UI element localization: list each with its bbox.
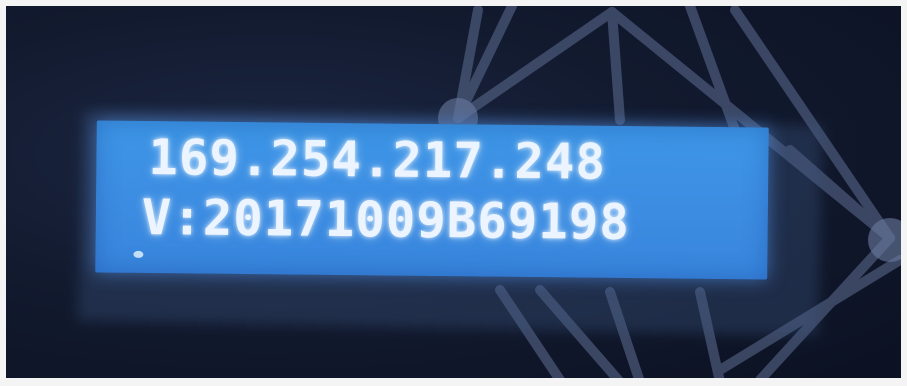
- photo-scene: 169.254.217.248 V:20171009B69198: [0, 0, 907, 386]
- lcd-indicator-dot: [133, 250, 144, 258]
- lcd-display: 169.254.217.248 V:20171009B69198: [95, 120, 769, 280]
- ip-address-text: 169.254.217.248: [148, 129, 607, 191]
- version-text: V:20171009B69198: [141, 188, 631, 252]
